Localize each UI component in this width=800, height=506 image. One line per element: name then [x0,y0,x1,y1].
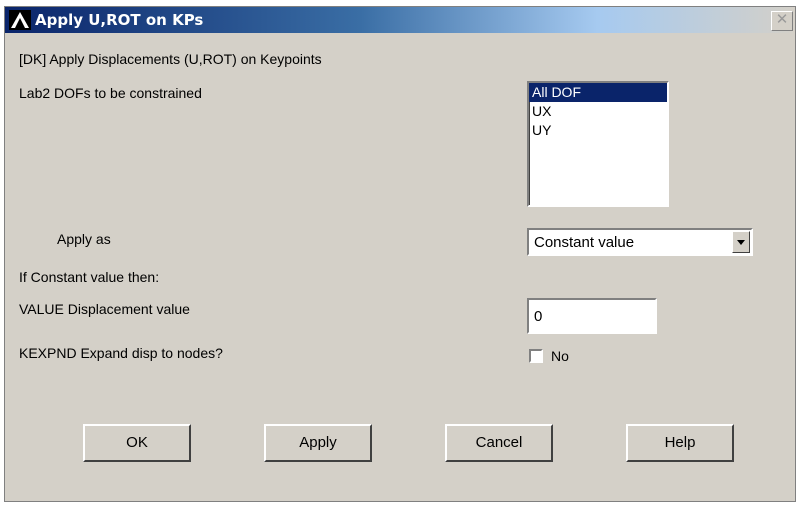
ok-button[interactable]: OK [83,424,191,462]
ansys-logo-icon [9,10,31,30]
lab2-label: Lab2 DOFs to be constrained [19,85,202,101]
kexpnd-label: KEXPND Expand disp to nodes? [19,345,223,361]
displacement-value-input[interactable]: 0 [527,298,657,334]
dof-option-all[interactable]: All DOF [529,83,667,102]
cancel-button[interactable]: Cancel [445,424,553,462]
dof-listbox[interactable]: All DOF UX UY [527,81,669,207]
window-title: Apply U,ROT on KPs [35,11,204,29]
apply-as-value: Constant value [534,234,635,251]
apply-as-label: Apply as [57,231,111,247]
dof-option-uy[interactable]: UY [529,121,667,140]
dof-option-ux[interactable]: UX [529,102,667,121]
apply-displacement-dialog: Apply U,ROT on KPs ✕ [DK] Apply Displace… [4,6,796,502]
chevron-down-icon[interactable] [732,231,750,253]
command-description: [DK] Apply Displacements (U,ROT) on Keyp… [19,51,322,67]
constant-section-label: If Constant value then: [19,269,160,285]
kexpnd-checkbox[interactable] [529,349,543,363]
apply-as-dropdown[interactable]: Constant value [527,228,753,256]
value-label: VALUE Displacement value [19,301,190,317]
kexpnd-option-label: No [551,348,569,364]
help-button[interactable]: Help [626,424,734,462]
apply-button[interactable]: Apply [264,424,372,462]
title-bar[interactable]: Apply U,ROT on KPs ✕ [5,7,795,33]
close-icon[interactable]: ✕ [771,11,793,31]
